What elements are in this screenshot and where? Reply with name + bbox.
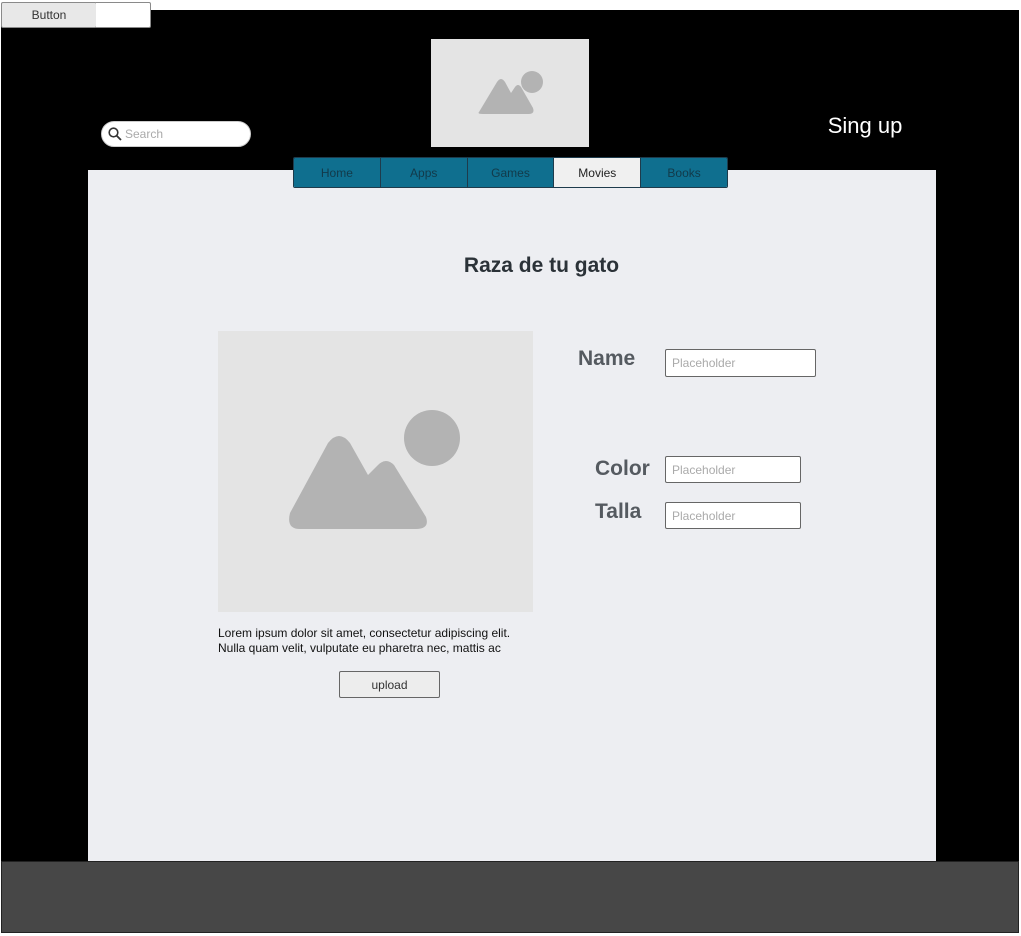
tab-home[interactable]: Home xyxy=(294,158,381,187)
nav-tabs: Home Apps Games Movies Books xyxy=(293,157,728,188)
color-label: Color xyxy=(595,457,650,480)
name-field[interactable] xyxy=(665,349,816,377)
image-placeholder-icon xyxy=(288,410,460,529)
search-box[interactable] xyxy=(101,121,251,147)
color-field[interactable] xyxy=(665,456,801,483)
name-label: Name xyxy=(578,347,636,370)
top-button[interactable]: Button xyxy=(1,2,97,28)
image-description: Lorem ipsum dolor sit amet, consectetur … xyxy=(218,626,511,655)
tab-books[interactable]: Books xyxy=(641,158,727,187)
search-input[interactable] xyxy=(122,126,247,142)
footer xyxy=(1,861,1019,933)
tab-movies[interactable]: Movies xyxy=(554,158,642,187)
talla-field[interactable] xyxy=(665,502,801,529)
search-icon xyxy=(108,127,122,141)
page-title: Raza de tu gato xyxy=(463,254,620,277)
image-placeholder-icon xyxy=(478,71,543,114)
tab-apps[interactable]: Apps xyxy=(380,158,468,187)
top-button-segment[interactable] xyxy=(96,2,151,28)
upload-button[interactable]: upload xyxy=(339,671,440,698)
tab-games[interactable]: Games xyxy=(467,158,555,187)
signup-link[interactable]: Sing up xyxy=(800,112,930,140)
main-image xyxy=(218,331,533,612)
logo-image xyxy=(431,39,589,147)
talla-label: Talla xyxy=(595,500,642,523)
